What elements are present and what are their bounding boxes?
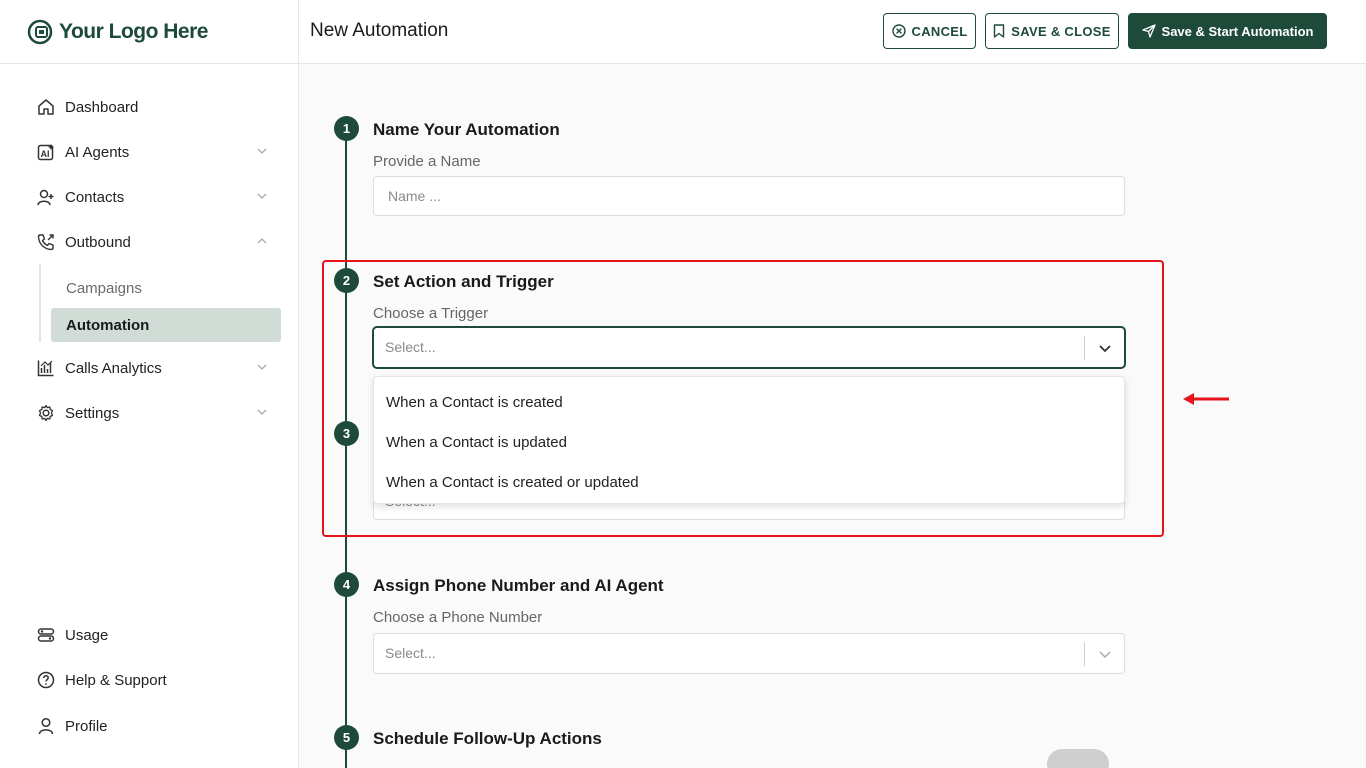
- step-title: Name Your Automation: [373, 120, 560, 139]
- save-start-button[interactable]: Save & Start Automation: [1128, 13, 1327, 49]
- sidebar-item-label: Usage: [65, 626, 109, 644]
- cancel-button[interactable]: CANCEL: [883, 13, 976, 49]
- sidebar-item-label: AI Agents: [65, 143, 130, 161]
- send-icon: [1141, 24, 1156, 38]
- step-number: 1: [334, 116, 359, 141]
- sidebar-item-label: Contacts: [65, 188, 125, 206]
- home-icon: [36, 97, 56, 117]
- sidebar-item-label: Profile: [65, 717, 108, 735]
- sidebar-item-contacts[interactable]: Contacts: [36, 181, 276, 213]
- step-title: Schedule Follow-Up Actions: [373, 729, 602, 748]
- close-circle-icon: [891, 24, 906, 38]
- sidebar-subitem-automation[interactable]: Automation: [51, 308, 281, 342]
- sidebar-item-calls-analytics[interactable]: Calls Analytics: [36, 352, 276, 384]
- top-bar: New Automation CANCEL SAVE & CLOSE Save …: [299, 0, 1366, 64]
- sidebar-item-help-support[interactable]: Help & Support: [36, 664, 276, 696]
- sidebar-item-label: Calls Analytics: [65, 359, 162, 377]
- chevron-down-icon: [257, 409, 267, 415]
- sidebar-item-settings[interactable]: Settings: [36, 397, 276, 429]
- logo-text: Your Logo Here: [59, 19, 208, 43]
- sidebar-item-profile[interactable]: Profile: [36, 710, 276, 742]
- user-add-icon: [36, 187, 56, 207]
- gear-icon: [36, 403, 56, 423]
- toggle-icon: [36, 625, 56, 645]
- phone-outgoing-icon: [36, 232, 56, 252]
- bookmark-icon: [994, 24, 1005, 38]
- step-number: 5: [334, 725, 359, 750]
- chart-icon: [36, 358, 56, 378]
- save-start-label: Save & Start Automation: [1161, 23, 1314, 39]
- help-circle-icon: [36, 670, 56, 690]
- sidebar-item-usage[interactable]: Usage: [36, 619, 276, 651]
- chevron-down-icon: [257, 148, 267, 154]
- automation-name-input[interactable]: Name ...: [373, 176, 1125, 216]
- sidebar-item-outbound[interactable]: Outbound: [36, 226, 276, 258]
- person-icon: [36, 716, 56, 736]
- logo-icon: [27, 19, 53, 44]
- highlight-box: [322, 260, 1164, 537]
- sidebar-subitem-campaigns[interactable]: Campaigns: [51, 271, 281, 305]
- sidebar-item-label: Outbound: [65, 233, 131, 251]
- phone-number-select[interactable]: Select...: [373, 633, 1125, 674]
- svg-text:AI: AI: [41, 149, 50, 159]
- sidebar: Your Logo Here Dashboard AI AI Agents Co…: [0, 0, 299, 768]
- ai-icon: AI: [36, 142, 56, 162]
- sidebar-item-label: Help & Support: [65, 671, 167, 689]
- sidebar-item-label: Settings: [65, 404, 120, 422]
- chevron-down-icon: [1099, 651, 1111, 659]
- submenu-line: [39, 264, 41, 342]
- select-placeholder: Select...: [385, 645, 436, 661]
- save-close-button[interactable]: SAVE & CLOSE: [985, 13, 1119, 49]
- field-label: Provide a Name: [373, 153, 481, 170]
- follow-up-toggle[interactable]: [1047, 749, 1109, 768]
- left-arrow-icon: [1183, 393, 1229, 405]
- step-title: Assign Phone Number and AI Agent: [373, 576, 664, 595]
- chevron-down-icon: [257, 193, 267, 199]
- chevron-up-icon: [257, 238, 267, 244]
- sidebar-item-dashboard[interactable]: Dashboard: [36, 91, 276, 123]
- sidebar-item-ai-agents[interactable]: AI AI Agents: [36, 136, 276, 168]
- sidebar-item-label: Dashboard: [65, 98, 139, 116]
- select-separator: [1084, 642, 1085, 666]
- save-close-label: SAVE & CLOSE: [1011, 23, 1111, 39]
- chevron-down-icon: [257, 364, 267, 370]
- page-title: New Automation: [310, 20, 449, 41]
- logo[interactable]: Your Logo Here: [0, 0, 299, 64]
- field-label: Choose a Phone Number: [373, 609, 543, 626]
- step-number: 4: [334, 572, 359, 597]
- cancel-label: CANCEL: [911, 23, 968, 39]
